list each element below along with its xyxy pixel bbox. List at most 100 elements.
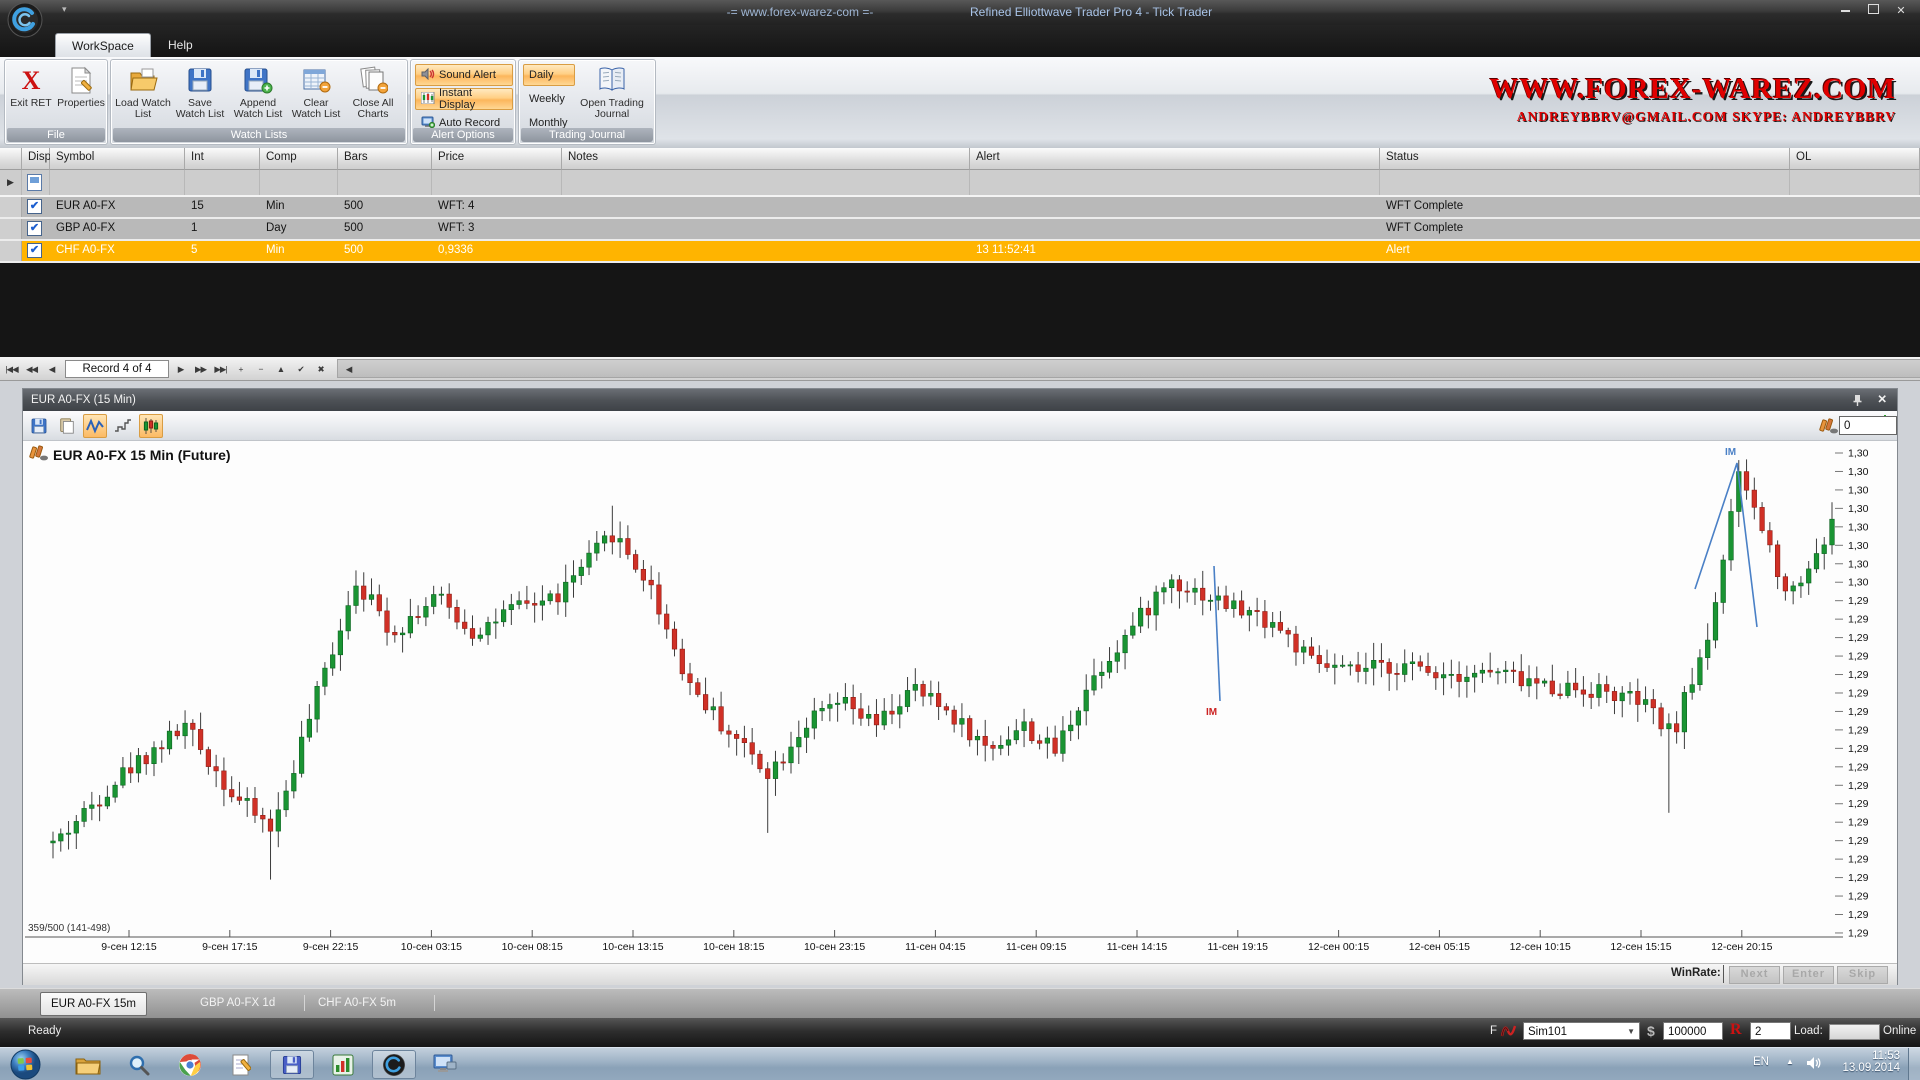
taskbar-chrome-icon[interactable] [168,1050,212,1079]
tray-clock[interactable]: 11:53 13.09.2014 [1838,1050,1900,1074]
record-nav-button[interactable]: ▲ [272,361,289,377]
disp-checkbox[interactable]: ✔ [27,243,42,258]
close-all-charts-button[interactable]: Close All Charts [345,64,401,126]
column-header-int[interactable]: Int [185,148,260,170]
svg-text:10-сен 23:15: 10-сен 23:15 [804,941,865,953]
taskbar-ret-app-icon[interactable] [372,1050,416,1079]
column-header-bars[interactable]: Bars [338,148,432,170]
ribbon-tabstrip: WorkSpace Help [0,25,1920,57]
sound-alert-toggle[interactable]: Sound Alert [415,64,513,86]
record-nav-button[interactable]: ▶▶| [212,361,229,377]
daily-toggle[interactable]: Daily [523,64,575,86]
enter-button[interactable]: Enter [1783,966,1834,984]
disp-filter-icon [27,174,42,191]
price-chart[interactable]: 1,301,301,301,301,301,301,301,301,291,29… [23,441,1897,963]
show-desktop-button[interactable] [1908,1048,1920,1080]
crayons-icon[interactable] [1817,414,1841,438]
next-button[interactable]: Next [1729,966,1780,984]
doc-tab-chf[interactable]: CHF A0-FX 5m [308,992,406,1014]
record-nav-button[interactable]: ◀ [43,361,60,377]
watchlist-row-eur[interactable]: ✔EUR A0-FX15Min500WFT: 4WFT Complete [0,197,1920,219]
column-header-status[interactable]: Status [1380,148,1790,170]
tab-help[interactable]: Help [152,33,209,57]
minimize-button[interactable] [1832,3,1858,20]
quick-access-dropdown-icon[interactable]: ▾ [62,4,67,15]
taskbar-notepad-icon[interactable] [219,1050,263,1079]
ribbon-group-watchlists: Load Watch List Save Watch List Append W… [110,59,408,145]
taskbar-search-icon[interactable] [117,1050,161,1079]
line-chart-mode-icon[interactable] [83,414,107,438]
disp-checkbox[interactable]: ✔ [27,221,42,236]
record-nav-button[interactable]: ◀◀ [23,361,40,377]
taskbar-save-tool-icon[interactable] [270,1050,314,1079]
current-row-arrow-icon: ▶ [0,170,22,195]
account-select[interactable]: Sim101 ▼ [1523,1022,1640,1040]
tray-language[interactable]: EN [1753,1056,1769,1068]
doc-tab-eur[interactable]: EUR A0-FX 15m [40,992,147,1016]
taskbar-explorer-icon[interactable] [66,1050,110,1079]
watchlist-row-gbp[interactable]: ✔GBP A0-FX1Day500WFT: 3WFT Complete [0,219,1920,241]
column-header-price[interactable]: Price [432,148,562,170]
record-nav-button[interactable]: + [232,361,249,377]
close-button[interactable]: ✕ [1888,3,1914,20]
column-header-disp[interactable]: Disp [22,148,50,170]
record-nav-button[interactable]: ✖ [312,361,329,377]
taskbar-system-icon[interactable] [423,1050,467,1079]
record-nav-button[interactable]: − [252,361,269,377]
record-nav-button[interactable]: ✔ [292,361,309,377]
app-icon[interactable] [7,2,43,38]
taskbar-chart-app-icon[interactable] [321,1050,365,1079]
weekly-button[interactable]: Weekly [523,88,579,110]
status-bar: Ready F Sim101 ▼ $ 100000 R 2 Load: Onli… [0,1018,1920,1047]
record-nav-button[interactable]: ▶▶ [192,361,209,377]
volume-icon[interactable] [1806,1056,1822,1073]
start-button[interactable] [10,1049,41,1080]
column-header-alert[interactable]: Alert [970,148,1380,170]
record-navigator: |◀◀◀◀◀Record 4 of 4▶▶▶▶▶|+−▲✔✖◀ [0,357,1920,381]
svg-text:IM: IM [1206,707,1217,718]
chart-close-icon[interactable]: ✕ [1877,389,1887,411]
svg-text:1,29: 1,29 [1848,724,1869,736]
tray-expand-icon[interactable]: ▲ [1786,1057,1794,1066]
instant-display-toggle[interactable]: Instant Display [415,88,513,110]
column-header-comp[interactable]: Comp [260,148,338,170]
horizontal-scrollbar[interactable]: ◀ [337,359,1920,378]
maximize-button[interactable] [1860,3,1886,20]
append-watch-list-button[interactable]: Append Watch List [229,64,287,126]
bars-back-input[interactable]: 0 [1839,416,1897,435]
cash-input[interactable]: 100000 [1663,1022,1723,1040]
column-header-symbol[interactable]: Symbol [50,148,185,170]
disp-checkbox[interactable]: ✔ [27,199,42,214]
cell [562,197,970,217]
exit-ret-button[interactable]: X Exit RET [5,64,57,126]
column-header-notes[interactable]: Notes [562,148,970,170]
risk-input[interactable]: 2 [1750,1022,1791,1040]
cell: CHF A0-FX [50,241,185,261]
ribbon: X Exit RET Properties File Load Watch Li… [0,57,1920,149]
chart-save-icon[interactable] [27,414,51,438]
tab-workspace[interactable]: WorkSpace [55,33,151,58]
record-nav-button[interactable]: |◀◀ [3,361,20,377]
column-header-ol[interactable]: OL [1790,148,1920,170]
cell: WFT: 3 [432,219,562,239]
scrollbar-left-arrow[interactable]: ◀ [340,361,357,377]
chart-copy-icon[interactable] [55,414,79,438]
doc-tab-gbp[interactable]: GBP A0-FX 1d [190,992,285,1014]
step-chart-mode-icon[interactable] [111,414,135,438]
journal-book-icon [573,64,651,98]
open-trading-journal-button[interactable]: Open Trading Journal [573,64,651,126]
disp-filter-cell[interactable] [22,170,50,195]
skip-button[interactable]: Skip [1837,966,1888,984]
candlestick-mode-icon[interactable] [139,414,163,438]
chart-window-titlebar[interactable]: EUR A0-FX (15 Min) ✕ [23,389,1897,411]
instrument-label: EUR A0-FX 15 Min (Future) [53,447,231,463]
watchlist-filter-row[interactable]: ▶ [0,170,1920,197]
group-label-file: File [7,128,105,142]
svg-text:9-сен 12:15: 9-сен 12:15 [101,941,157,953]
record-nav-button[interactable]: ▶ [172,361,189,377]
properties-button[interactable]: Properties [55,64,107,126]
load-watch-list-button[interactable]: Load Watch List [115,64,171,126]
watchlist-row-chf[interactable]: ✔CHF A0-FX5Min5000,933613 11:52:41Alert [0,241,1920,263]
save-watch-list-button[interactable]: Save Watch List [173,64,227,126]
clear-watch-list-button[interactable]: Clear Watch List [289,64,343,126]
